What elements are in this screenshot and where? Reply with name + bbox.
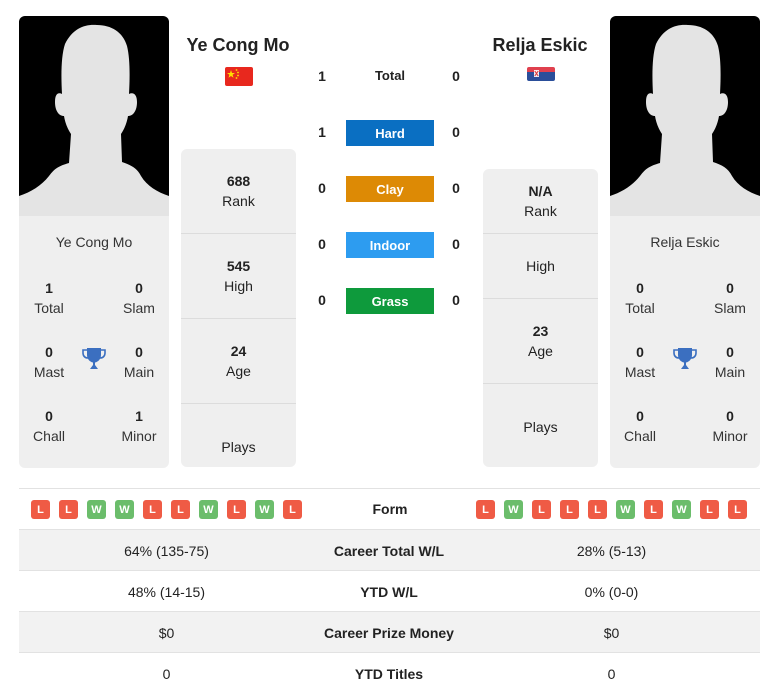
surface-indoor-badge: Indoor — [346, 232, 434, 258]
player2-high: High — [483, 234, 598, 299]
player2-card-name: Relja Eskic — [650, 234, 720, 250]
player2-form-result-loss: L — [700, 500, 719, 519]
player2-titles-minor: 0 Minor — [712, 408, 748, 444]
player2-titles-slam: 0 Slam — [714, 280, 746, 316]
player2-form-result-win: W — [616, 500, 635, 519]
player2-rank: N/A Rank — [483, 169, 598, 234]
comparison-row-ytd-wl: 48% (14-15) YTD W/L 0% (0-0) — [127, 583, 639, 600]
player2-form-result-loss: L — [644, 500, 663, 519]
h2h-hard-row: 1 Hard 0 — [310, 120, 470, 146]
player1-form-result-win: W — [115, 500, 134, 519]
player1-titles-mast: 0 Mast — [33, 344, 65, 380]
player1-form-result-loss: L — [59, 500, 78, 519]
player1-card: Ye Cong Mo 1 Total 0 Slam 0 Mast 0 Main … — [19, 16, 169, 468]
surface-clay-badge: Clay — [346, 176, 434, 202]
trophy-icon — [672, 346, 698, 372]
player1-form-result-win: W — [199, 500, 218, 519]
player2-stats: N/A Rank High 23 Age Plays — [483, 169, 598, 467]
player1-form: LLWWLLWLWL — [31, 500, 302, 519]
player1-titles-minor: 1 Minor — [121, 408, 157, 444]
comparison-row-prize-money: $0 Career Prize Money $0 — [19, 612, 760, 653]
comparison-row-ytd-titles: 0 YTD Titles 0 — [162, 665, 616, 682]
player2-age: 23 Age — [483, 299, 598, 384]
player1-form-result-loss: L — [31, 500, 50, 519]
player2-form-result-loss: L — [476, 500, 495, 519]
trophy-icon — [81, 346, 107, 372]
player2-form-result-win: W — [672, 500, 691, 519]
player1-plays: Plays — [221, 438, 256, 455]
player2-titles-main: 0 Main — [714, 344, 746, 380]
h2h-grass-row: 0 Grass 0 — [310, 288, 470, 314]
player1-photo — [19, 16, 169, 216]
divider — [19, 488, 760, 489]
player1-card-name: Ye Cong Mo — [55, 234, 133, 250]
player1-rank: 688 Rank — [181, 149, 296, 234]
player2-form-result-loss: L — [588, 500, 607, 519]
form-label: Form — [372, 501, 408, 517]
comparison-row-career-wl: 64% (135-75) Career Total W/L 28% (5-13) — [19, 530, 760, 571]
player2-card: Relja Eskic 0 Total 0 Slam 0 Mast 0 Main… — [610, 16, 760, 468]
player2-plays: Plays — [523, 418, 558, 435]
player1-titles-total: 1 Total — [34, 280, 64, 316]
player2-name[interactable]: Relja Eskic — [460, 35, 620, 56]
player2-titles-mast: 0 Mast — [624, 344, 656, 380]
silhouette-icon — [19, 24, 169, 216]
h2h-total-row: 1 Total 0 — [318, 68, 460, 84]
player1-age: 24 Age — [181, 319, 296, 404]
player1-form-result-win: W — [87, 500, 106, 519]
surface-grass-badge: Grass — [346, 288, 434, 314]
player2-form-result-loss: L — [728, 500, 747, 519]
serbia-flag-icon — [527, 67, 555, 81]
h2h-clay-row: 0 Clay 0 — [310, 176, 470, 202]
surface-hard-badge: Hard — [346, 120, 434, 146]
china-flag-icon — [225, 67, 253, 86]
player1-titles-slam: 0 Slam — [123, 280, 155, 316]
h2h-indoor-row: 0 Indoor 0 — [310, 232, 470, 258]
player2-photo — [610, 16, 760, 216]
player1-form-result-loss: L — [143, 500, 162, 519]
player1-form-result-loss: L — [227, 500, 246, 519]
player1-titles-chall: 0 Chall — [33, 408, 65, 444]
silhouette-icon — [610, 24, 760, 216]
player1-titles-main: 0 Main — [123, 344, 155, 380]
player2-titles-chall: 0 Chall — [624, 408, 656, 444]
player2-form-result-loss: L — [532, 500, 551, 519]
player2-titles-total: 0 Total — [625, 280, 655, 316]
player2-form-result-win: W — [504, 500, 523, 519]
player1-form-result-loss: L — [171, 500, 190, 519]
player1-stats: 688 Rank 545 High 24 Age Plays — [181, 149, 296, 467]
player1-name[interactable]: Ye Cong Mo — [158, 35, 318, 56]
player2-form: LWLLLWLWLL — [476, 500, 747, 519]
player1-high: 545 High — [181, 234, 296, 319]
player2-form-result-loss: L — [560, 500, 579, 519]
player1-form-result-loss: L — [283, 500, 302, 519]
player1-form-result-win: W — [255, 500, 274, 519]
